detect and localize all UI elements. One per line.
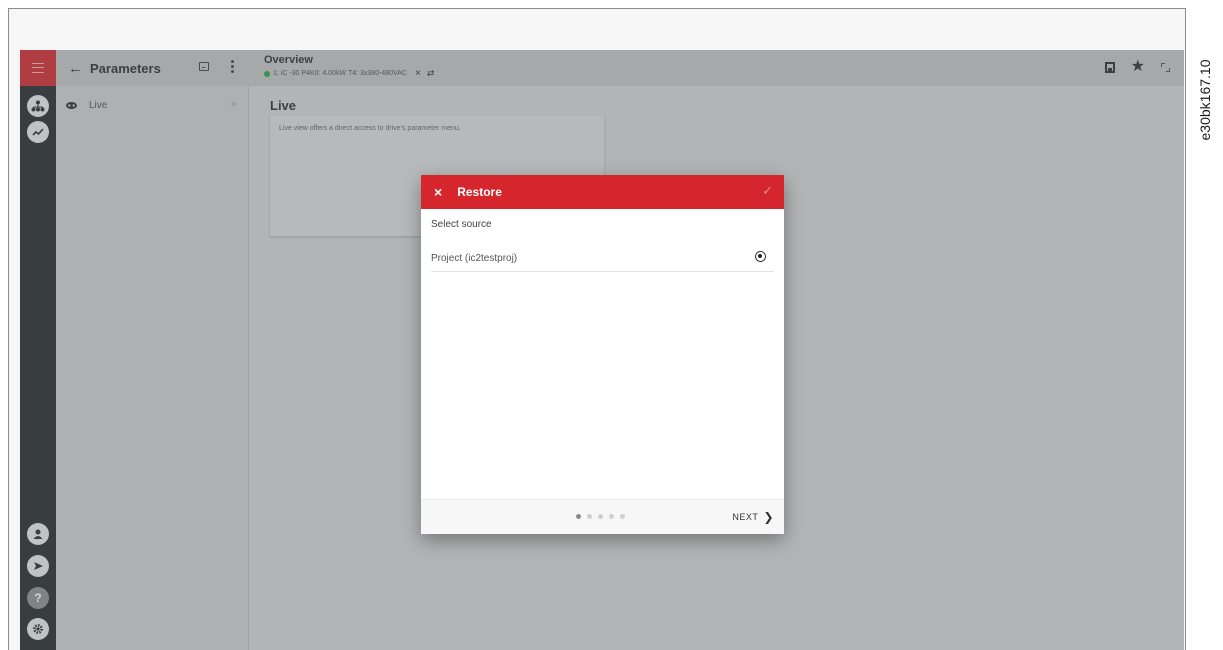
app-window: ? ← Parameters Overview 1; iC -30 P4K0: … (20, 50, 1184, 650)
chevron-right-icon: ❯ (763, 510, 774, 524)
step-dot (598, 514, 603, 519)
next-button[interactable]: NEXT ❯ (732, 510, 774, 524)
step-dot (620, 514, 625, 519)
dialog-footer: NEXT ❯ (421, 499, 784, 534)
restore-dialog: × Restore ✓ Select source Project (ic2te… (421, 175, 784, 534)
dialog-title: Restore (457, 185, 502, 199)
step-dot (576, 514, 581, 519)
radio-selected[interactable] (755, 251, 766, 262)
step-dot (587, 514, 592, 519)
step-dot (609, 514, 614, 519)
document-reference-text: e30bk167.10 (1197, 59, 1213, 141)
option-label: Project (ic2testproj) (431, 253, 518, 264)
source-option-project[interactable]: Project (ic2testproj) (431, 245, 774, 272)
confirm-check-icon[interactable]: ✓ (762, 183, 773, 199)
close-icon[interactable]: × (434, 184, 442, 200)
step-indicator (576, 514, 625, 519)
dialog-header: × Restore ✓ (421, 175, 784, 209)
document-reference: e30bk167.10 (1194, 40, 1216, 160)
section-label: Select source (431, 219, 492, 230)
next-label: NEXT (732, 512, 759, 522)
